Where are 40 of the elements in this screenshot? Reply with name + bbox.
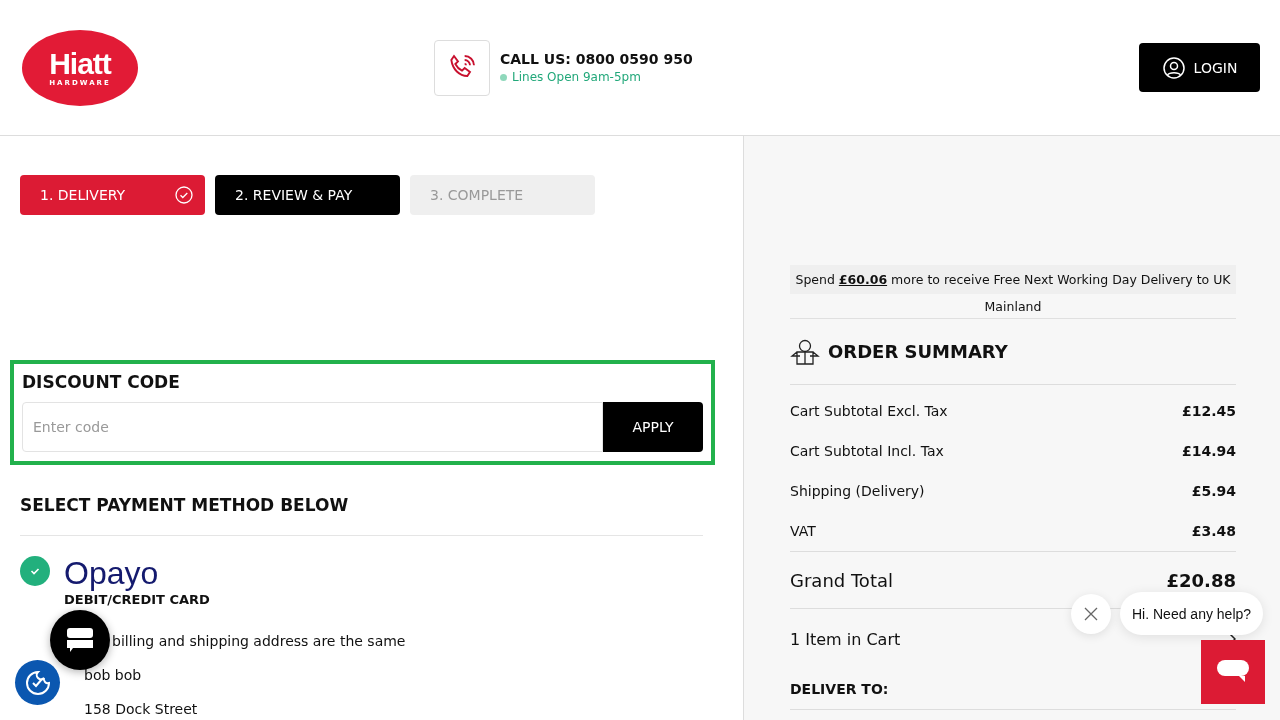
address-line: 158 Dock Street	[84, 701, 199, 717]
cookie-icon	[23, 668, 52, 697]
cart-items-link[interactable]: 1 Item in Cart	[790, 629, 901, 649]
cookie-settings-button[interactable]	[15, 660, 60, 705]
user-icon	[1161, 55, 1186, 80]
payment-method-label: DEBIT/CREDIT CARD	[64, 592, 210, 607]
summary-label: VAT	[790, 523, 816, 539]
lines-open-status: Lines Open 9am-5pm	[500, 70, 693, 84]
login-button[interactable]: LOGIN	[1139, 43, 1260, 92]
summary-value: £3.48	[1191, 523, 1236, 539]
order-summary-title: ORDER SUMMARY	[828, 341, 1008, 362]
call-us-text: CALL US: 0800 0590 950	[500, 51, 693, 67]
grand-total-value: £20.88	[1166, 569, 1236, 591]
check-circle-icon	[175, 186, 193, 204]
phone-icon	[434, 39, 490, 96]
chat-greeting[interactable]: Hi. Need any help?	[1120, 592, 1264, 635]
box-icon	[790, 338, 820, 365]
brand-logo: Opayo	[64, 556, 160, 590]
chat-launcher-button[interactable]	[1201, 640, 1265, 704]
checkout-step[interactable]: 1. DELIVERY	[20, 175, 205, 215]
checkout-step[interactable]: 2. REVIEW & PAY	[215, 175, 400, 215]
banner-text: Mainland	[984, 298, 1042, 316]
chat-button[interactable]	[50, 610, 110, 670]
free-delivery-banner: Spend £60.06 more to receive Free Next Working Day Delivery to UK	[790, 265, 1236, 294]
summary-value: £5.94	[1191, 483, 1236, 499]
discount-title: DISCOUNT CODE	[22, 372, 181, 392]
grand-total-label: Grand Total	[790, 569, 893, 591]
summary-label: Cart Subtotal Excl. Tax	[790, 403, 948, 419]
address-line: bob bob	[84, 667, 143, 683]
apply-button[interactable]: APPLY	[603, 402, 703, 452]
summary-value: £14.94	[1181, 443, 1236, 459]
payment-radio[interactable]	[20, 556, 50, 586]
chat-icon	[65, 626, 95, 654]
payment-title: SELECT PAYMENT METHOD BELOW	[20, 495, 703, 536]
summary-label: Shipping (Delivery)	[790, 483, 925, 499]
summary-label: Cart Subtotal Incl. Tax	[790, 443, 944, 459]
close-icon	[1084, 607, 1098, 621]
summary-value: £12.45	[1181, 403, 1236, 419]
same-address-text: billing and shipping address are the same	[112, 633, 407, 649]
discount-code-field[interactable]: Enter code	[22, 402, 603, 452]
